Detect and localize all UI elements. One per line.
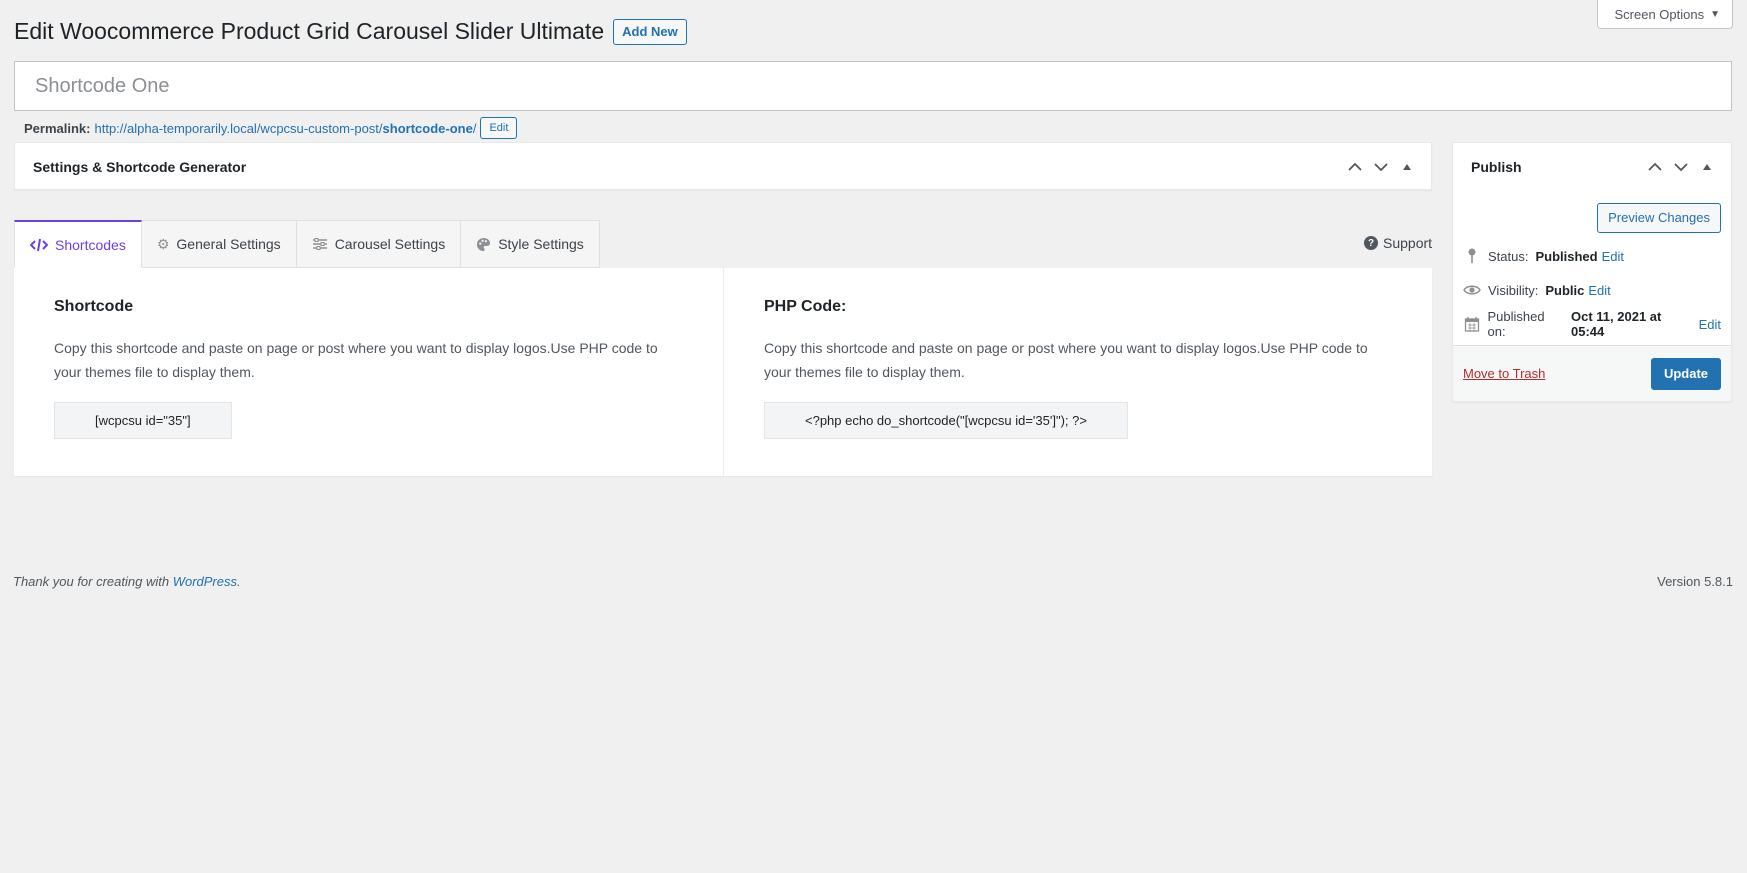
triangle-up-icon[interactable] [1397, 163, 1417, 171]
wordpress-link[interactable]: WordPress [173, 574, 237, 589]
support-label: Support [1383, 235, 1433, 251]
published-label: Published on: [1487, 309, 1545, 339]
publish-postbox: Publish Preview Changes Status: Publishe… [1452, 142, 1732, 402]
visibility-edit-link[interactable]: Edit [1588, 283, 1610, 298]
settings-postbox: Settings & Shortcode Generator [14, 142, 1432, 190]
status-value: Published [1535, 248, 1598, 264]
status-edit-link[interactable]: Edit [1602, 249, 1624, 264]
shortcode-heading: Shortcode [54, 298, 134, 315]
footer-version: Version 5.8.1 [1657, 574, 1733, 589]
visibility-label: Visibility: [1488, 282, 1539, 298]
tab-label: Style Settings [498, 236, 584, 252]
chevron-up-icon[interactable] [1645, 162, 1665, 172]
settings-box-title: Settings & Shortcode Generator [33, 159, 247, 175]
visibility-row: Visibility: Public Edit [1463, 279, 1721, 301]
settings-box-header: Settings & Shortcode Generator [15, 143, 1431, 191]
palette-icon [476, 237, 491, 252]
chevron-down-icon[interactable] [1671, 162, 1691, 172]
tab-label: Carousel Settings [334, 236, 446, 252]
tab-style-settings[interactable]: Style Settings [461, 220, 600, 268]
pin-icon [1463, 248, 1481, 264]
question-circle-icon: ? [1364, 236, 1378, 250]
tab-general-settings[interactable]: ⚙ General Settings [141, 220, 297, 268]
page-title: Edit Woocommerce Product Grid Carousel S… [14, 18, 605, 44]
support-link[interactable]: ? Support [1364, 235, 1432, 251]
permalink-url-base: http://alpha-temporarily.local/wcpcsu-cu… [94, 120, 383, 136]
publish-box-controls [1645, 162, 1717, 172]
permalink-row: Permalink: http://alpha-temporarily.loca… [24, 117, 518, 139]
calendar-icon [1463, 316, 1480, 332]
gear-icon: ⚙ [156, 235, 170, 252]
status-label: Status: [1488, 248, 1529, 264]
preview-changes-button[interactable]: Preview Changes [1597, 203, 1721, 233]
chevron-down-icon[interactable] [1371, 162, 1391, 172]
screen-options-label: Screen Options [1614, 6, 1705, 22]
post-title-input[interactable]: Shortcode One [14, 61, 1732, 111]
settings-tabs: Shortcodes ⚙ General Settings Carousel S… [14, 220, 600, 268]
published-on-row: Published on: Oct 11, 2021 at 05:44 Edit [1463, 309, 1721, 339]
code-icon [30, 238, 48, 252]
footer-thanks: Thank you for creating with WordPress. [13, 574, 241, 589]
publish-body: Preview Changes Status: Published Edit V… [1453, 191, 1731, 339]
tab-label: Shortcodes [55, 236, 126, 253]
published-value: Oct 11, 2021 at 05:44 [1571, 309, 1662, 339]
php-code-box[interactable]: <?php echo do_shortcode("[wcpcsu id='35'… [764, 402, 1128, 439]
move-to-trash-link[interactable]: Move to Trash [1463, 366, 1545, 381]
triangle-up-icon[interactable] [1697, 163, 1717, 171]
tab-label: General Settings [176, 236, 281, 252]
publish-actions: Move to Trash Update [1453, 345, 1731, 401]
update-button[interactable]: Update [1650, 357, 1721, 390]
page-header: Edit Woocommerce Product Grid Carousel S… [14, 18, 687, 45]
screen-options-button[interactable]: Screen Options ▼ [1597, 0, 1733, 29]
permalink-slug: shortcode-one [382, 120, 473, 136]
publish-box-header: Publish [1453, 143, 1731, 191]
footer-thanks-suffix: . [237, 574, 241, 589]
tab-shortcodes[interactable]: Shortcodes [14, 220, 142, 268]
published-edit-link[interactable]: Edit [1699, 317, 1721, 332]
sliders-icon [312, 237, 328, 251]
shortcode-column: Shortcode Copy this shortcode and paste … [14, 268, 723, 476]
php-code-description: Copy this shortcode and paste on page or… [764, 340, 1368, 380]
php-code-heading: PHP Code: [764, 298, 847, 315]
publish-box-title: Publish [1471, 159, 1522, 175]
shortcodes-panel: Shortcode Copy this shortcode and paste … [14, 268, 1432, 476]
permalink-label: Permalink: [24, 120, 91, 136]
footer-thanks-prefix: Thank you for creating with [13, 574, 173, 589]
add-new-button[interactable]: Add New [613, 18, 687, 45]
php-code-column: PHP Code: Copy this shortcode and paste … [723, 268, 1432, 476]
settings-box-controls [1345, 162, 1417, 172]
shortcode-code-box[interactable]: [wcpcsu id="35"] [54, 402, 232, 439]
eye-icon [1463, 284, 1481, 296]
visibility-value: Public [1545, 282, 1585, 298]
status-row: Status: Published Edit [1463, 245, 1721, 267]
permalink-edit-button[interactable]: Edit [480, 117, 518, 139]
tab-carousel-settings[interactable]: Carousel Settings [296, 220, 462, 268]
permalink-trailing: / [472, 120, 477, 136]
permalink-link[interactable]: http://alpha-temporarily.local/wcpcsu-cu… [94, 121, 476, 136]
preview-row: Preview Changes [1463, 197, 1721, 233]
caret-down-icon: ▼ [1710, 8, 1720, 20]
shortcode-description: Copy this shortcode and paste on page or… [54, 340, 658, 380]
chevron-up-icon[interactable] [1345, 162, 1365, 172]
